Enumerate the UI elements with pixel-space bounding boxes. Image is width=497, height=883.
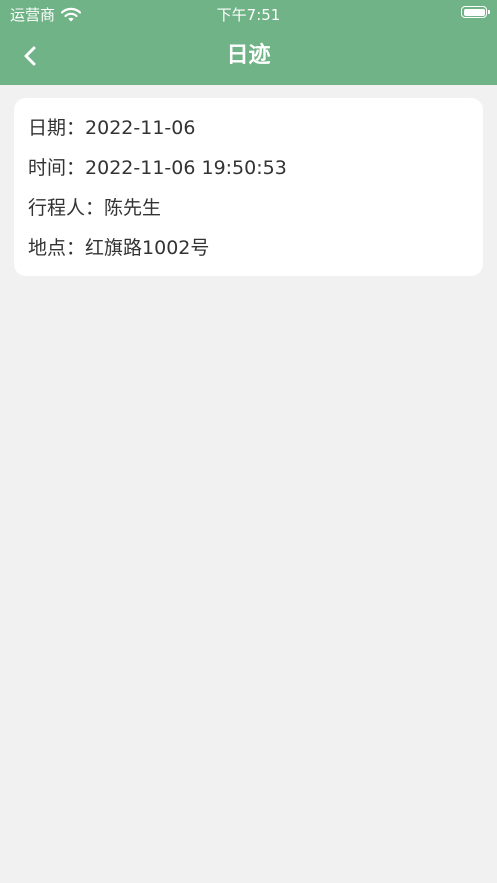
status-bar: 运营商 下午7:51 <box>0 0 497 28</box>
date-label: 日期： <box>28 117 86 139</box>
location-row: 地点：红旗路1002号 <box>28 228 469 268</box>
date-value: 2022-11-06 <box>85 117 196 139</box>
page-title: 日迹 <box>226 43 271 68</box>
app-header: 运营商 下午7:51 日迹 <box>0 0 497 85</box>
status-time: 下午7:51 <box>216 6 281 24</box>
time-label: 时间： <box>28 157 86 179</box>
traveler-row: 行程人：陈先生 <box>28 188 469 228</box>
battery-icon <box>461 6 490 18</box>
location-value: 红旗路1002号 <box>85 237 210 259</box>
date-row: 日期：2022-11-06 <box>28 108 469 148</box>
traveler-value: 陈先生 <box>104 197 162 219</box>
record-card: 日期：2022-11-06 时间：2022-11-06 19:50:53 行程人… <box>14 98 483 276</box>
location-label: 地点： <box>28 237 86 259</box>
time-value: 2022-11-06 19:50:53 <box>85 157 287 179</box>
navigation-bar: 日迹 <box>0 28 497 85</box>
time-row: 时间：2022-11-06 19:50:53 <box>28 148 469 188</box>
traveler-label: 行程人： <box>28 197 105 219</box>
